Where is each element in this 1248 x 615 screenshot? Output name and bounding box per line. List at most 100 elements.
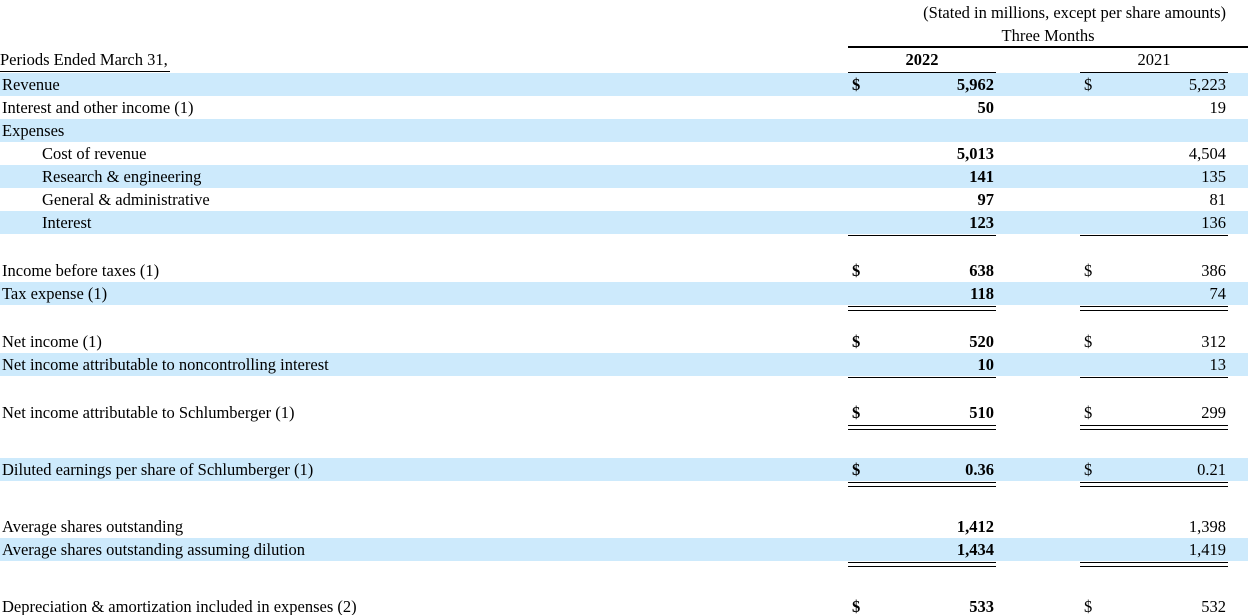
rule-2022 [848,424,996,432]
rule-2021 [1080,376,1228,384]
row-label: Interest and other income (1) [0,96,848,119]
value-2022: 118 [876,282,996,305]
currency-symbol-2022: $ [848,458,876,481]
table-row: Cost of revenue 5,013 4,504 [0,142,1248,165]
row-gap [996,401,1080,424]
row-gap [996,595,1080,615]
currency-symbol-2022 [848,188,876,211]
currency-symbol-2021 [1080,165,1108,188]
rule-2021 [1080,481,1228,489]
subtotal-rule-tax [0,305,1248,313]
value-2021: 1,419 [1108,538,1228,561]
table-row: Tax expense (1) 118 74 [0,282,1248,305]
row-label: Income before taxes (1) [0,259,848,282]
value-2021: 135 [1108,165,1228,188]
total-rule-slb-net-income [0,424,1248,432]
row-right-pad [1228,72,1248,96]
row-gap [996,96,1080,119]
table-row: Net income (1) $ 520 $ 312 [0,330,1248,353]
row-gap [996,458,1080,481]
column-header-gap [996,46,1080,73]
section-spacer [0,432,1248,449]
financial-statement-page: (Stated in millions, except per share am… [0,0,1248,615]
currency-symbol-2021: $ [1080,458,1108,481]
row-right-pad [1228,515,1248,538]
currency-symbol-2022: $ [848,330,876,353]
rule-gap [996,234,1080,242]
rule-2022 [848,561,996,569]
row-gap [996,330,1080,353]
currency-symbol-2021 [1080,142,1108,165]
rule-right-pad [1228,561,1248,569]
currency-symbol-2021 [1080,515,1108,538]
currency-symbol-2022 [848,538,876,561]
row-right-pad [1228,259,1248,282]
table-row: Average shares outstanding assuming dilu… [0,538,1248,561]
subtotal-rule-expenses [0,234,1248,242]
row-right-pad [1228,96,1248,119]
table-row: Income before taxes (1) $ 638 $ 386 [0,259,1248,282]
value-2021: 1,398 [1108,515,1228,538]
value-2022: 520 [876,330,996,353]
currency-symbol-2022 [848,515,876,538]
currency-symbol-2022: $ [848,259,876,282]
column-header-row: Periods Ended March 31, 2022 2021 [0,46,1248,73]
row-right-pad [1228,401,1248,424]
column-header-right-pad [1228,46,1248,73]
currency-symbol-2021 [1080,211,1108,234]
section-spacer-small [0,449,1248,458]
section-spacer [0,489,1248,506]
row-label: Net income attributable to noncontrollin… [0,353,848,376]
table-row: Interest and other income (1) 50 19 [0,96,1248,119]
rule-label-pad [0,305,848,313]
row-gap [996,515,1080,538]
row-gap [996,188,1080,211]
row-right-pad [1228,165,1248,188]
spacer-cell [0,569,1248,586]
subtotal-rule-noncontrolling [0,376,1248,384]
value-2022: 1,412 [876,515,996,538]
row-label: Average shares outstanding assuming dilu… [0,538,848,561]
total-rule-shares [0,561,1248,569]
row-right-pad [1228,595,1248,615]
value-2022: 638 [876,259,996,282]
table-row: Average shares outstanding 1,412 1,398 [0,515,1248,538]
stated-in-millions-note: (Stated in millions, except per share am… [923,3,1227,22]
spacer-cell [0,242,1248,259]
rule-2021 [1080,424,1228,432]
row-label: Net income attributable to Schlumberger … [0,401,848,424]
table-row: Net income attributable to Schlumberger … [0,401,1248,424]
rule-label-pad [0,481,848,489]
row-label: Revenue [0,72,848,96]
value-2022 [876,119,996,142]
row-gap [996,165,1080,188]
row-gap [996,211,1080,234]
table-row: Net income attributable to noncontrollin… [0,353,1248,376]
rule-right-pad [1228,481,1248,489]
row-gap [996,119,1080,142]
periods-ended-label: Periods Ended March 31, [0,49,170,72]
rule-2022 [848,481,996,489]
value-2021: 4,504 [1108,142,1228,165]
value-2021: 0.21 [1108,458,1228,481]
spacer-cell [0,449,1248,458]
section-spacer-small [0,506,1248,515]
row-right-pad [1228,188,1248,211]
spacer-cell [0,384,1248,401]
value-2022: 0.36 [876,458,996,481]
row-right-pad [1228,282,1248,305]
currency-symbol-2022: $ [848,401,876,424]
currency-symbol-2021: $ [1080,401,1108,424]
total-rule-diluted-eps [0,481,1248,489]
value-2022: 10 [876,353,996,376]
row-label: Expenses [0,119,848,142]
value-2022: 50 [876,96,996,119]
column-header-2021: 2021 [1080,46,1228,73]
value-2022: 510 [876,401,996,424]
currency-symbol-2021: $ [1080,595,1108,615]
section-spacer [0,569,1248,586]
row-right-pad [1228,330,1248,353]
row-label: Interest [0,211,848,234]
rule-right-pad [1228,424,1248,432]
row-gap [996,282,1080,305]
